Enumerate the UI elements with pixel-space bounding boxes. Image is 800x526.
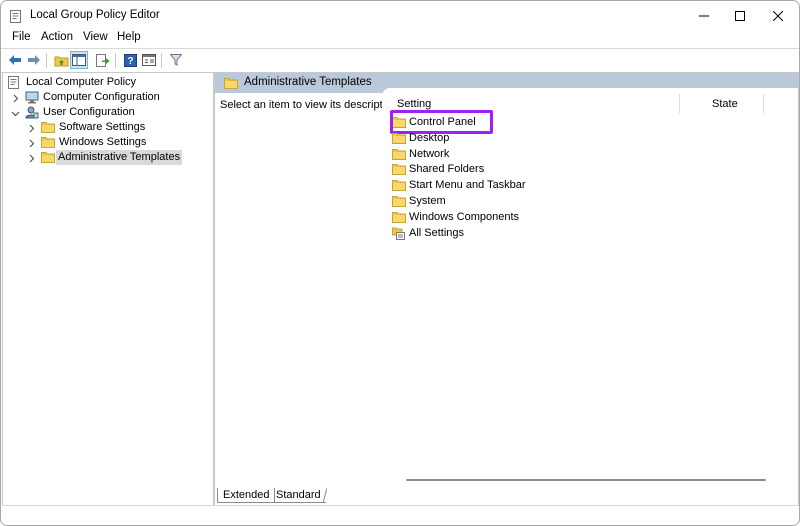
- list-item-label: Windows Components: [409, 211, 520, 223]
- description-text: Select an item to view its description.: [220, 99, 401, 111]
- close-button[interactable]: [760, 1, 796, 31]
- list-item-label: Shared Folders: [409, 163, 485, 175]
- folder-icon: [41, 121, 55, 134]
- folder-icon: [224, 77, 238, 89]
- export-list-button[interactable]: [94, 51, 112, 69]
- window: Local Group Policy Editor File Action Vi…: [0, 0, 800, 526]
- window-title: Local Group Policy Editor: [30, 9, 160, 21]
- list-item-label: All Settings: [409, 227, 465, 239]
- details-pane: Administrative Templates Select an item …: [214, 72, 799, 506]
- forward-arrow-icon: [28, 55, 40, 65]
- folder-icon: [41, 151, 55, 164]
- help-icon: ?: [123, 53, 137, 67]
- tree-label: Computer Configuration: [43, 91, 160, 103]
- chevron-right-icon[interactable]: [11, 93, 20, 103]
- list-item-label: Start Menu and Taskbar: [409, 179, 526, 191]
- menu-file[interactable]: File: [12, 31, 31, 43]
- maximize-icon: [735, 11, 745, 21]
- folder-icon: [392, 132, 406, 144]
- back-arrow-icon: [9, 55, 21, 65]
- up-folder-icon: [54, 56, 68, 66]
- tab-edge: [323, 488, 327, 503]
- status-bar: [2, 505, 798, 524]
- help-button[interactable]: ?: [121, 51, 139, 69]
- tab-standard[interactable]: Standard: [271, 488, 326, 503]
- column-header-setting[interactable]: Setting: [397, 98, 431, 110]
- show-hide-tree-icon: [72, 54, 86, 66]
- folder-icon: [392, 163, 406, 175]
- tree-label: User Configuration: [43, 106, 135, 118]
- menu-bar: File Action View Help: [1, 31, 799, 47]
- title-bar: Local Group Policy Editor: [1, 1, 799, 31]
- settings-list: Setting State Control Panel Desktop Netw…: [382, 88, 798, 488]
- menu-view[interactable]: View: [83, 31, 108, 43]
- view-tabs: Extended Standard: [215, 486, 798, 505]
- console-tree: Local Computer Policy Computer Configura…: [2, 72, 214, 506]
- folder-icon: [392, 195, 406, 207]
- properties-icon: [142, 54, 156, 66]
- user-icon: [25, 106, 39, 119]
- show-hide-tree-button[interactable]: [70, 51, 88, 69]
- folder-icon: [392, 211, 406, 223]
- filter-button[interactable]: [167, 51, 185, 69]
- back-button[interactable]: [6, 51, 24, 69]
- details-pane-title: Administrative Templates: [244, 76, 372, 88]
- policy-editor-app-icon: [10, 10, 22, 23]
- horizontal-scrollbar-thumb[interactable]: [406, 479, 766, 481]
- chevron-right-icon[interactable]: [27, 138, 36, 148]
- chevron-right-icon[interactable]: [27, 153, 36, 163]
- minimize-icon: [699, 15, 709, 17]
- folder-icon: [392, 179, 406, 191]
- list-item-label: System: [409, 195, 446, 207]
- policy-document-icon: [8, 76, 22, 89]
- minimize-button[interactable]: [686, 1, 722, 31]
- list-item-label: Desktop: [409, 132, 450, 144]
- tree-label: Local Computer Policy: [26, 76, 137, 88]
- forward-button[interactable]: [25, 51, 43, 69]
- close-icon: [773, 11, 783, 21]
- properties-button[interactable]: [140, 51, 158, 69]
- tree-label-selected: Administrative Templates: [56, 150, 183, 165]
- chevron-right-icon[interactable]: [27, 123, 36, 133]
- folder-icon: [392, 148, 406, 160]
- filter-icon: [170, 54, 182, 66]
- list-item-label: Network: [409, 148, 450, 160]
- menu-action[interactable]: Action: [41, 31, 73, 43]
- svg-text:?: ?: [127, 56, 133, 67]
- maximize-button[interactable]: [722, 1, 758, 31]
- tree-label: Windows Settings: [59, 136, 147, 148]
- column-header-state[interactable]: State: [712, 98, 738, 110]
- up-one-level-button[interactable]: [52, 51, 70, 69]
- tree-label: Software Settings: [59, 121, 146, 133]
- export-list-icon: [96, 53, 110, 67]
- toolbar: ?: [1, 48, 799, 73]
- computer-icon: [25, 91, 39, 104]
- menu-help[interactable]: Help: [117, 31, 141, 43]
- chevron-down-icon[interactable]: [11, 108, 20, 117]
- tab-extended[interactable]: Extended: [217, 488, 276, 503]
- folder-icon: [41, 136, 55, 149]
- all-settings-icon: [392, 227, 406, 240]
- horizontal-scrollbar[interactable]: [382, 477, 798, 483]
